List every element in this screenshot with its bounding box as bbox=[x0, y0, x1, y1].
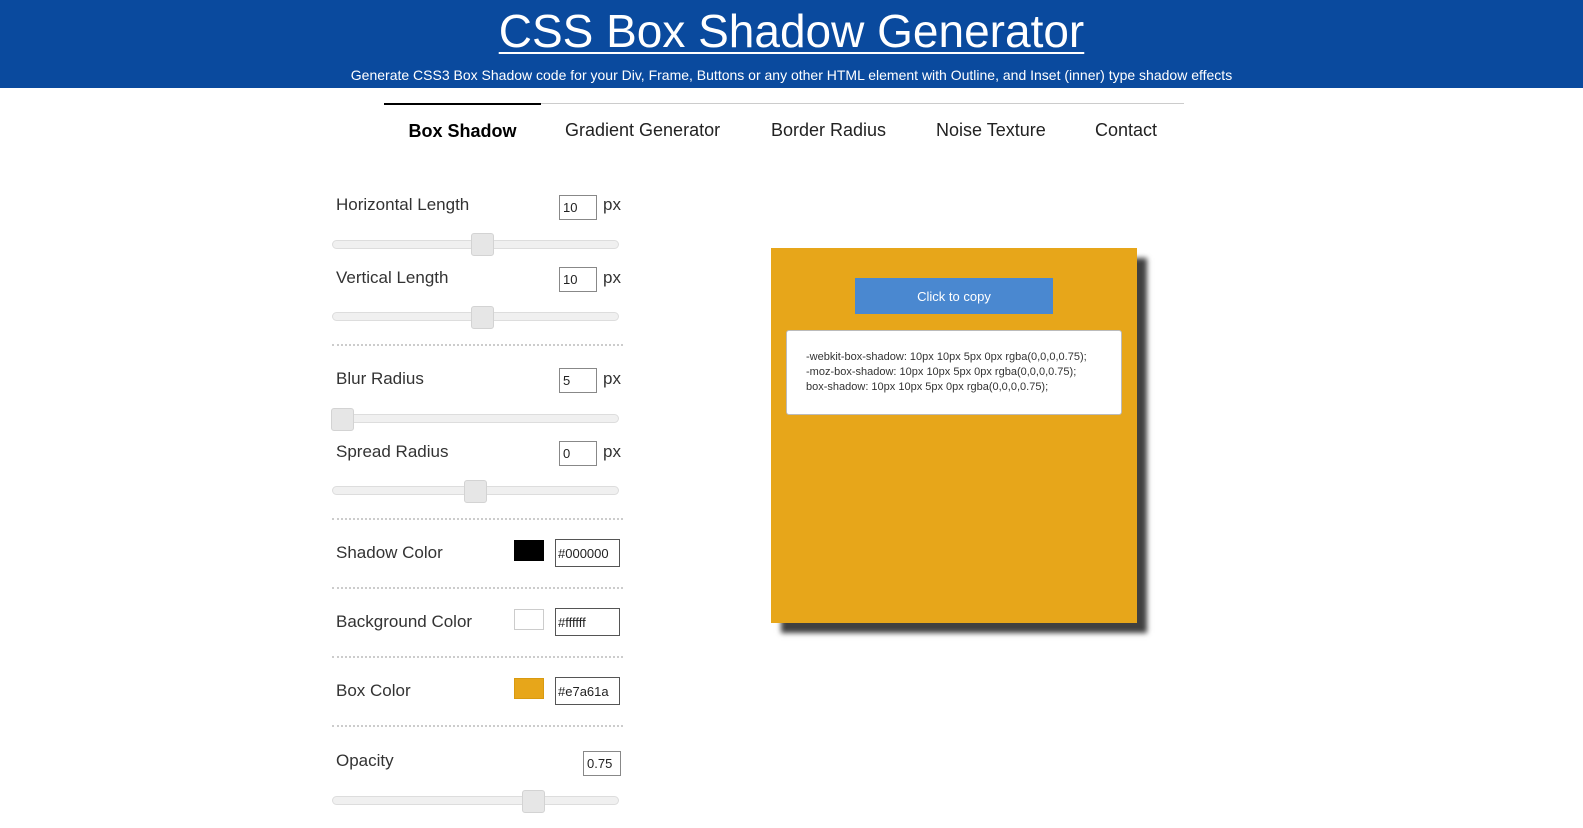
opacity-input[interactable]: 0.75 bbox=[583, 751, 621, 776]
opacity-slider[interactable] bbox=[332, 796, 619, 805]
blur-radius-unit: px bbox=[603, 369, 621, 388]
blur-radius-slider[interactable] bbox=[332, 414, 619, 423]
spread-radius-label: Spread Radius bbox=[336, 442, 449, 461]
background-color-swatch[interactable] bbox=[514, 609, 544, 630]
opacity-label: Opacity bbox=[336, 751, 394, 770]
tab-gradient-generator[interactable]: Gradient Generator bbox=[565, 104, 720, 158]
vertical-length-unit: px bbox=[603, 268, 621, 287]
horizontal-length-handle[interactable] bbox=[471, 233, 494, 256]
shadow-color-label: Shadow Color bbox=[336, 543, 443, 562]
css-code-output[interactable]: -webkit-box-shadow: 10px 10px 5px 0px rg… bbox=[786, 330, 1122, 415]
horizontal-length-unit: px bbox=[603, 195, 621, 214]
background-color-label: Background Color bbox=[336, 612, 473, 631]
spread-radius-handle[interactable] bbox=[464, 480, 487, 503]
spread-radius-unit: px bbox=[603, 442, 621, 461]
tab-contact[interactable]: Contact bbox=[1095, 104, 1157, 158]
tab-box-shadow[interactable]: Box Shadow bbox=[384, 103, 541, 157]
vertical-length-input[interactable]: 10 bbox=[559, 267, 597, 292]
blur-radius-handle[interactable] bbox=[331, 408, 354, 431]
horizontal-length-input[interactable]: 10 bbox=[559, 195, 597, 220]
main-nav: Box Shadow Gradient Generator Border Rad… bbox=[384, 103, 1184, 157]
divider bbox=[332, 587, 623, 589]
opacity-handle[interactable] bbox=[522, 790, 545, 813]
spread-radius-input[interactable]: 0 bbox=[559, 441, 597, 466]
shadow-preview-box: Click to copy -webkit-box-shadow: 10px 1… bbox=[771, 248, 1137, 623]
divider bbox=[332, 518, 623, 520]
site-title[interactable]: CSS Box Shadow Generator bbox=[0, 4, 1583, 58]
code-line-webkit: -webkit-box-shadow: 10px 10px 5px 0px rg… bbox=[806, 351, 1087, 363]
site-subtitle: Generate CSS3 Box Shadow code for your D… bbox=[350, 67, 1233, 83]
shadow-color-swatch[interactable] bbox=[514, 540, 544, 561]
copy-button[interactable]: Click to copy bbox=[855, 278, 1053, 314]
divider bbox=[332, 725, 623, 727]
box-color-swatch[interactable] bbox=[514, 678, 544, 699]
tab-noise-texture[interactable]: Noise Texture bbox=[936, 104, 1046, 158]
tab-border-radius[interactable]: Border Radius bbox=[771, 104, 886, 158]
shadow-color-input[interactable]: #000000 bbox=[555, 539, 620, 567]
blur-radius-label: Blur Radius bbox=[336, 369, 424, 388]
code-line-moz: -moz-box-shadow: 10px 10px 5px 0px rgba(… bbox=[806, 366, 1077, 378]
vertical-length-handle[interactable] bbox=[471, 306, 494, 329]
divider bbox=[332, 656, 623, 658]
divider bbox=[332, 344, 623, 346]
box-color-input[interactable]: #e7a61a bbox=[555, 677, 620, 705]
site-header: CSS Box Shadow Generator Generate CSS3 B… bbox=[0, 0, 1583, 88]
background-color-input[interactable]: #ffffff bbox=[555, 608, 620, 636]
vertical-length-label: Vertical Length bbox=[336, 268, 449, 287]
code-line-standard: box-shadow: 10px 10px 5px 0px rgba(0,0,0… bbox=[806, 381, 1049, 393]
box-color-label: Box Color bbox=[336, 681, 411, 700]
blur-radius-input[interactable]: 5 bbox=[559, 368, 597, 393]
horizontal-length-label: Horizontal Length bbox=[336, 195, 470, 214]
